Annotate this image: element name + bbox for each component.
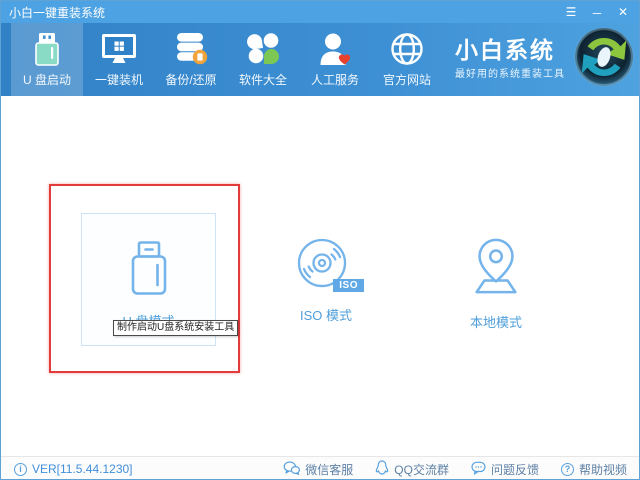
window-controls: ☰ ─ ✕ bbox=[563, 1, 631, 23]
globe-icon bbox=[390, 32, 424, 66]
usb-drive-icon bbox=[32, 32, 62, 66]
nav-label: 官方网站 bbox=[383, 71, 431, 88]
feedback-link[interactable]: 问题反馈 bbox=[471, 461, 539, 478]
database-stack-icon bbox=[175, 32, 208, 66]
brand-area: 小白系统 最好用的系统重装工具 bbox=[455, 23, 635, 96]
nav-item-official-website[interactable]: 官方网站 bbox=[371, 23, 443, 96]
speech-bubble-dots-icon bbox=[471, 461, 486, 478]
app-window: 小白一键重装系统 ☰ ─ ✕ U 盘启动 bbox=[0, 0, 640, 480]
qq-penguin-icon bbox=[375, 460, 389, 478]
footer-links: 微信客服 QQ交流群 bbox=[283, 457, 627, 480]
nav-label: U 盘启动 bbox=[23, 71, 71, 88]
nav-item-one-click-install[interactable]: 一键装机 bbox=[83, 23, 155, 96]
person-heart-icon bbox=[319, 32, 352, 66]
mode-local-label: 本地模式 bbox=[470, 312, 522, 331]
nav-item-human-service[interactable]: 人工服务 bbox=[299, 23, 371, 96]
nav-item-usb-boot[interactable]: U 盘启动 bbox=[11, 23, 83, 96]
title-bar: 小白一键重装系统 ☰ ─ ✕ bbox=[1, 1, 639, 23]
usb-flash-drive-icon bbox=[123, 241, 175, 300]
info-icon: i bbox=[14, 463, 27, 476]
recycle-arrows-logo-icon bbox=[573, 26, 635, 93]
brand-text: 小白系统 最好用的系统重装工具 bbox=[455, 39, 565, 80]
main-content: U 盘模式 ISO ISO 模式 bbox=[1, 96, 639, 456]
nav-label: 备份/还原 bbox=[165, 71, 216, 88]
feedback-label: 问题反馈 bbox=[491, 461, 539, 478]
window-title: 小白一键重装系统 bbox=[9, 4, 105, 21]
clover-apps-icon bbox=[247, 32, 280, 66]
mode-iso-label: ISO 模式 bbox=[300, 305, 352, 324]
question-circle-icon: ? bbox=[561, 463, 574, 476]
iso-badge: ISO bbox=[333, 279, 364, 292]
footer-bar: i VER[11.5.44.1230] 微信客服 bbox=[1, 456, 639, 480]
qq-group-link[interactable]: QQ交流群 bbox=[375, 460, 449, 478]
wechat-support-label: 微信客服 bbox=[305, 461, 353, 478]
minimize-icon[interactable]: ─ bbox=[589, 4, 605, 20]
nav-label: 一键装机 bbox=[95, 71, 143, 88]
brand-tagline: 最好用的系统重装工具 bbox=[455, 65, 565, 80]
nav-item-backup-restore[interactable]: 备份/还原 bbox=[155, 23, 227, 96]
brand-name: 小白系统 bbox=[455, 39, 555, 62]
wechat-icon bbox=[283, 461, 300, 478]
menu-icon[interactable]: ☰ bbox=[563, 4, 579, 20]
version-info[interactable]: i VER[11.5.44.1230] bbox=[14, 457, 133, 480]
close-icon[interactable]: ✕ bbox=[615, 4, 631, 20]
help-video-label: 帮助视频 bbox=[579, 461, 627, 478]
wechat-support-link[interactable]: 微信客服 bbox=[283, 461, 353, 478]
nav-label: 软件大全 bbox=[239, 71, 287, 88]
help-video-link[interactable]: ? 帮助视频 bbox=[561, 461, 627, 478]
qq-group-label: QQ交流群 bbox=[394, 461, 449, 478]
usb-mode-tooltip: 制作启动U盘系统安装工具 bbox=[113, 320, 238, 336]
location-pin-icon bbox=[465, 236, 527, 301]
monitor-windows-icon bbox=[101, 32, 137, 66]
mode-local[interactable]: 本地模式 bbox=[426, 236, 566, 331]
version-text: VER[11.5.44.1230] bbox=[32, 462, 133, 476]
nav-label: 人工服务 bbox=[311, 71, 359, 88]
mode-iso[interactable]: ISO ISO 模式 bbox=[256, 236, 396, 324]
nav-item-software-collection[interactable]: 软件大全 bbox=[227, 23, 299, 96]
